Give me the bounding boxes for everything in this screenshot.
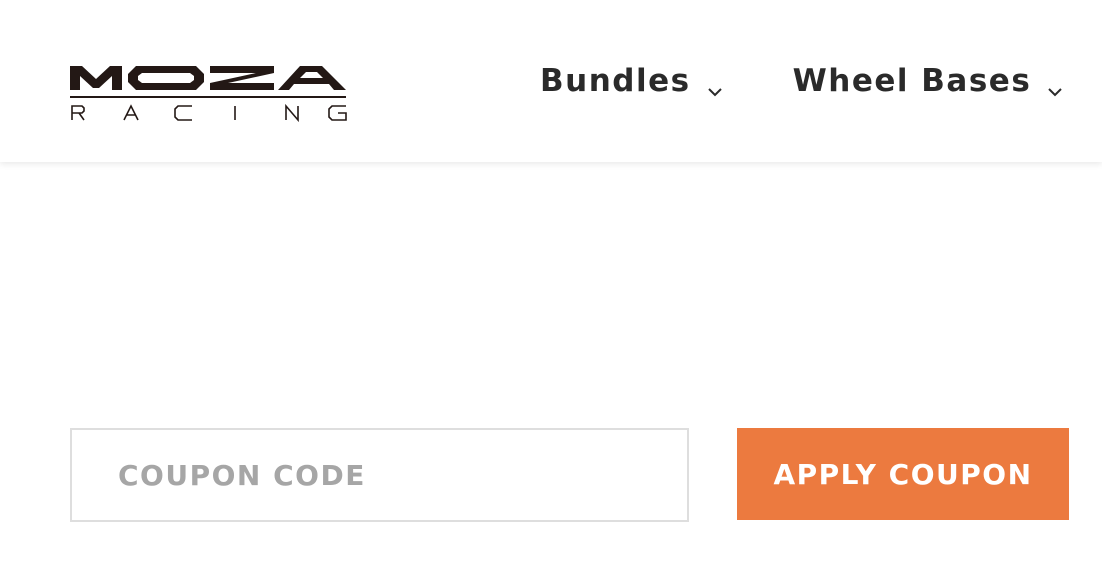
site-header: Bundles Wheel Bases	[0, 0, 1102, 162]
nav-item-wheel-bases[interactable]: Wheel Bases	[793, 63, 1064, 99]
logo-tagline	[71, 103, 347, 123]
logo-graphic	[70, 66, 347, 123]
chevron-down-icon	[707, 72, 723, 97]
chevron-down-icon	[1047, 72, 1063, 97]
apply-coupon-button[interactable]: APPLY COUPON	[737, 428, 1069, 520]
nav-item-label: Wheel Bases	[792, 63, 1032, 99]
nav-item-bundles[interactable]: Bundles	[540, 63, 723, 99]
moza-racing-logo[interactable]	[68, 60, 348, 124]
coupon-code-input[interactable]	[70, 428, 689, 522]
nav-item-label: Bundles	[540, 63, 691, 99]
main-nav: Bundles Wheel Bases	[540, 58, 1063, 104]
